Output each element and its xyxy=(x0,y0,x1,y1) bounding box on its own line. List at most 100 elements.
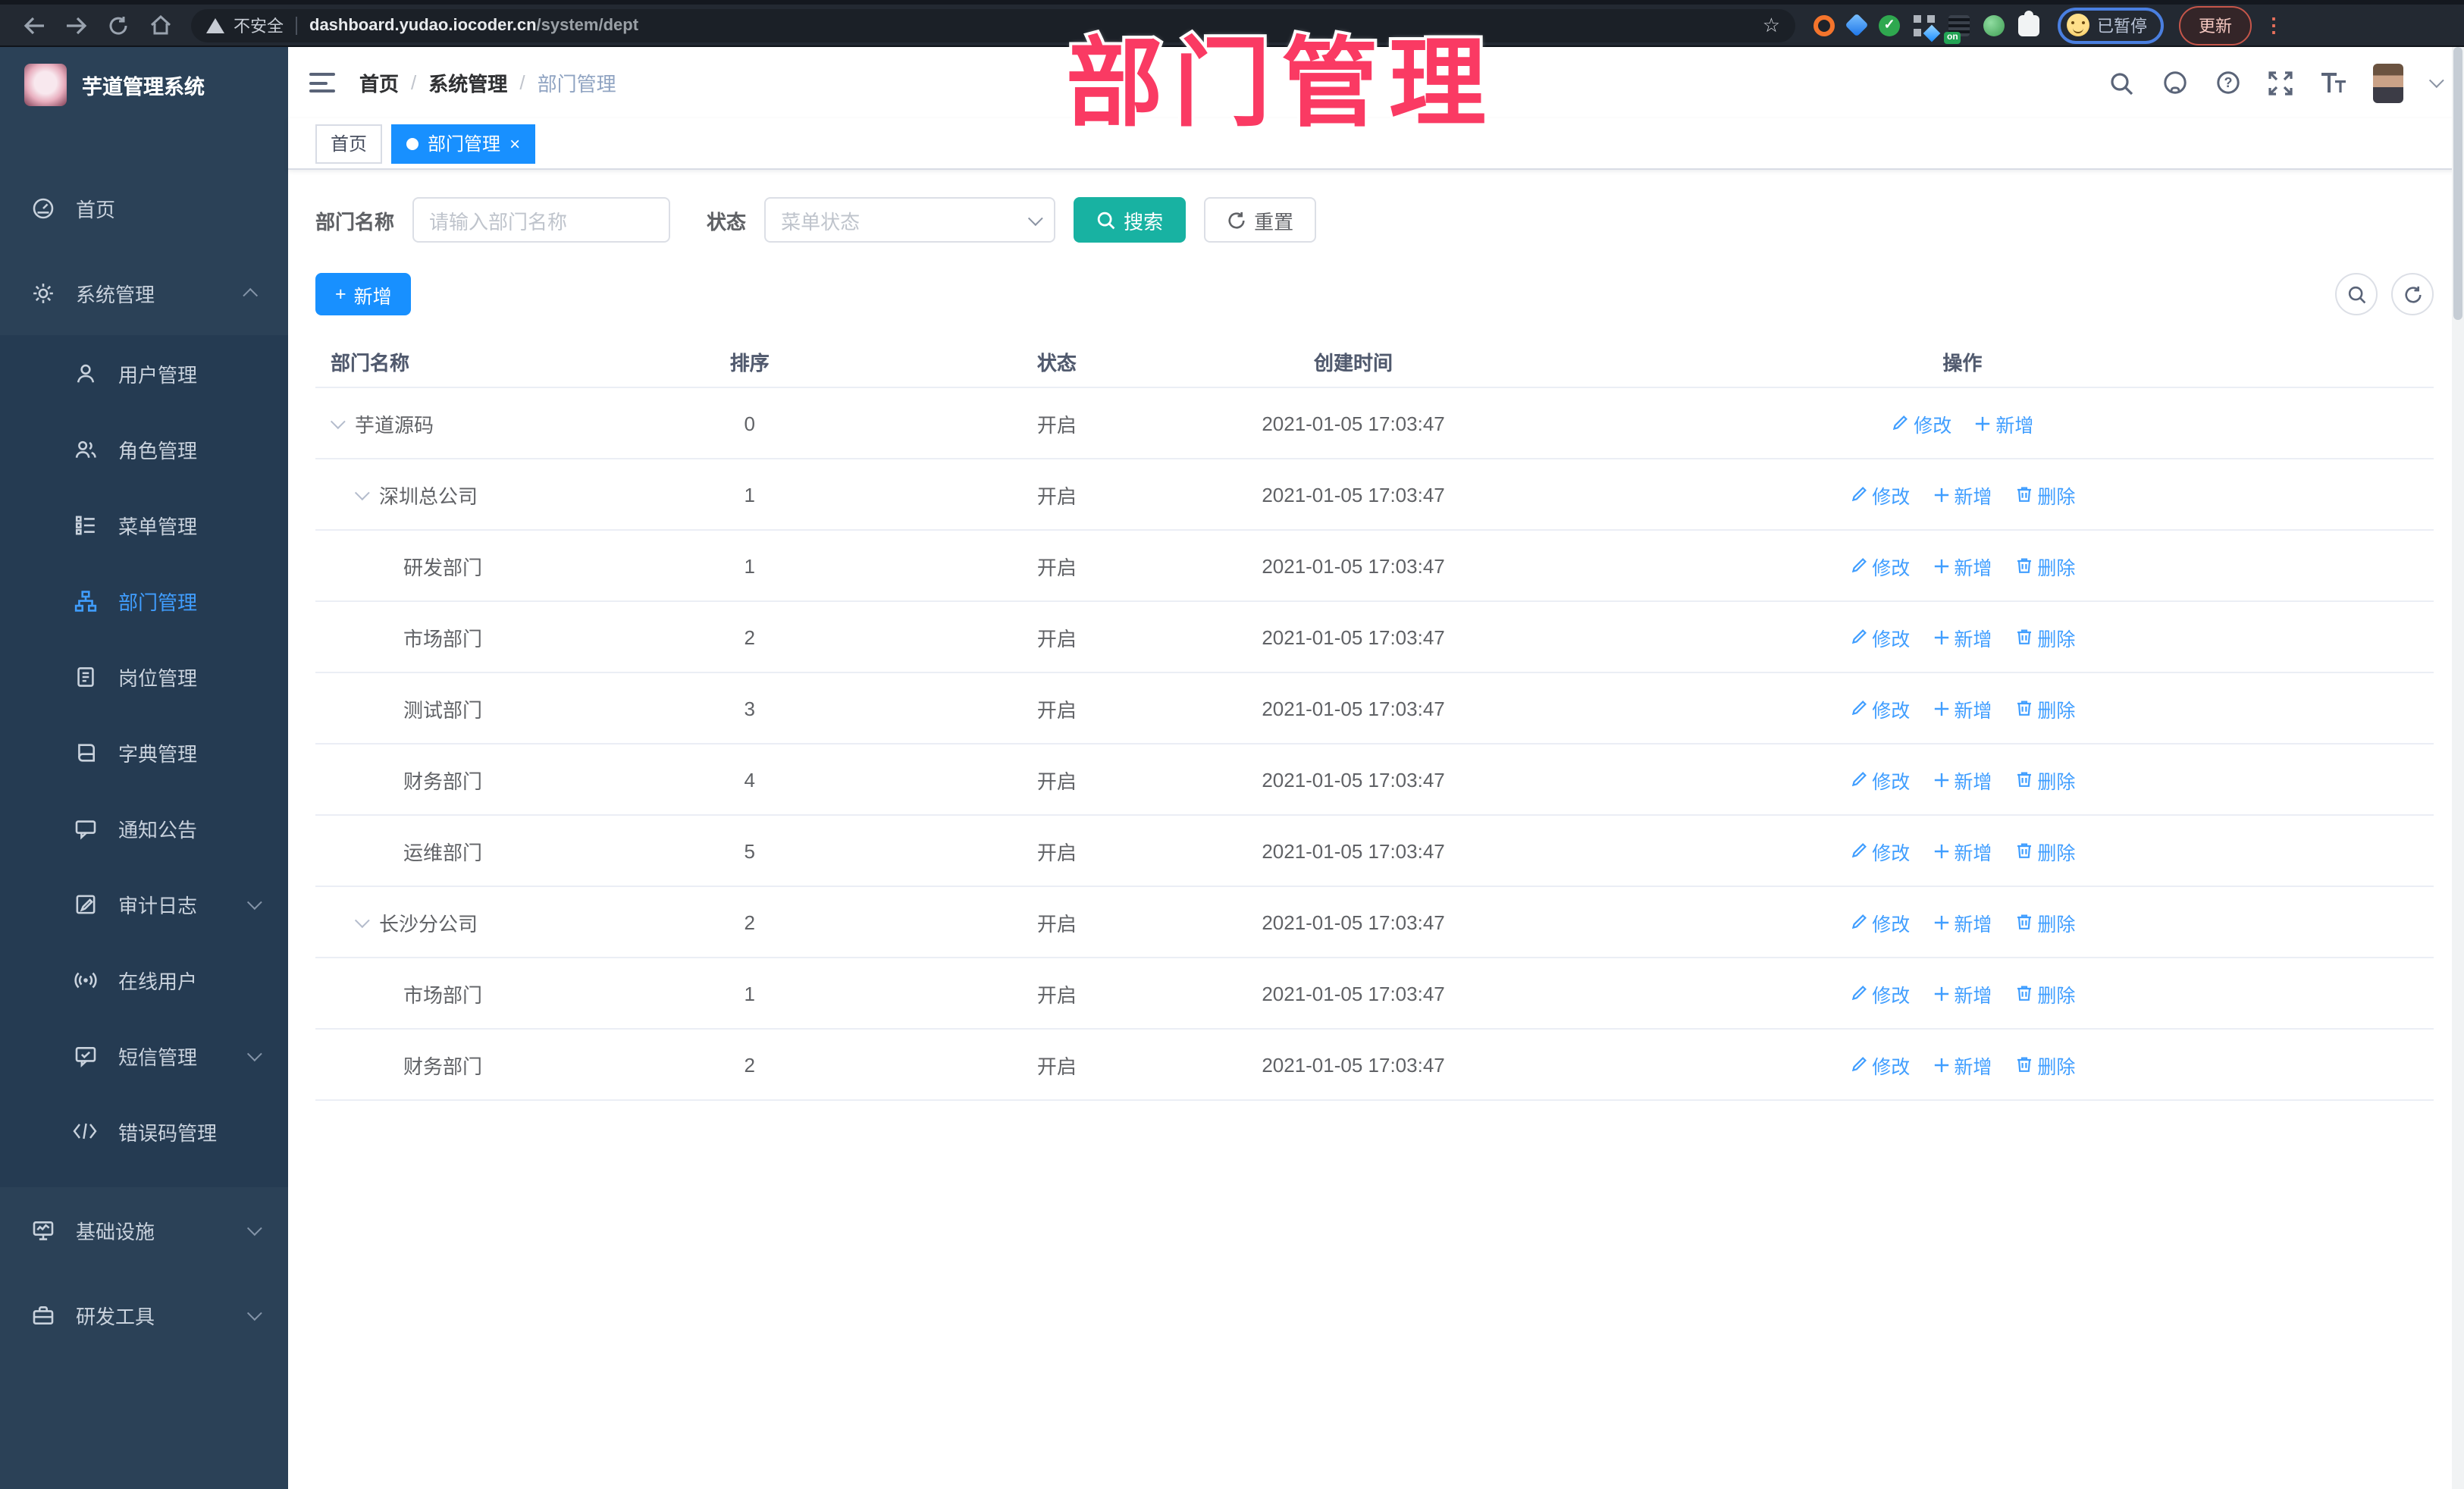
breadcrumb-home[interactable]: 首页 xyxy=(359,68,399,97)
breadcrumb-system[interactable]: 系统管理 xyxy=(428,68,507,97)
log-icon xyxy=(73,892,97,916)
modify-link[interactable]: 修改 xyxy=(1849,551,1910,580)
delete-link[interactable]: 删除 xyxy=(2014,480,2075,509)
expand-arrow-icon[interactable] xyxy=(354,484,370,500)
table-row: 市场部门 2 开启 2021-01-05 17:03:47 修改 新增 删除 xyxy=(315,602,2434,673)
sidebar-item-users[interactable]: 角色管理 xyxy=(0,411,288,487)
sidebar-item-infra[interactable]: 基础设施 xyxy=(0,1187,288,1272)
refresh-icon[interactable] xyxy=(2391,273,2434,315)
col-header-name: 部门名称 xyxy=(331,352,410,375)
add-link[interactable]: 新增 xyxy=(1933,551,1992,580)
reset-button[interactable]: 重置 xyxy=(1204,197,1317,243)
sidebar-item-user[interactable]: 用户管理 xyxy=(0,335,288,411)
page-scrollbar[interactable] xyxy=(2452,47,2464,1489)
sidebar-item-tree[interactable]: 菜单管理 xyxy=(0,487,288,563)
delete-link[interactable]: 删除 xyxy=(2014,1050,2075,1079)
back-icon[interactable] xyxy=(17,8,50,42)
table-row: 财务部门 2 开启 2021-01-05 17:03:47 修改 新增 删除 xyxy=(315,1030,2434,1101)
chevron-down-icon xyxy=(246,1045,262,1061)
sidebar-item-gear[interactable]: 系统管理 xyxy=(0,250,288,335)
sidebar-item-code[interactable]: 错误码管理 xyxy=(0,1093,288,1169)
sidebar-item-broadcast[interactable]: 在线用户 xyxy=(0,942,288,1017)
add-link[interactable]: 新增 xyxy=(1933,836,1992,865)
home-icon[interactable] xyxy=(144,8,177,42)
delete-link[interactable]: 删除 xyxy=(2014,836,2075,865)
delete-link[interactable]: 删除 xyxy=(2014,979,2075,1008)
add-link[interactable]: 新增 xyxy=(1933,694,1992,723)
chevron-down-icon xyxy=(246,894,262,910)
status-select[interactable]: 菜单状态 xyxy=(764,197,1056,243)
fullscreen-icon[interactable] xyxy=(2267,69,2294,96)
sidebar-item-book[interactable]: 字典管理 xyxy=(0,714,288,790)
orange-ring-extension[interactable] xyxy=(1814,14,1835,36)
browser-profile-chip[interactable]: 已暂停 xyxy=(2058,7,2164,43)
scrollbar-thumb[interactable] xyxy=(2453,47,2462,320)
delete-link[interactable]: 删除 xyxy=(2014,551,2075,580)
forward-icon[interactable] xyxy=(59,8,92,42)
on-badge-extension[interactable]: on xyxy=(1944,14,1970,43)
search-icon[interactable] xyxy=(2108,69,2135,96)
reload-icon[interactable] xyxy=(102,8,135,42)
search-button[interactable]: 搜索 xyxy=(1074,197,1187,243)
kebab-menu-icon[interactable]: ⋮ xyxy=(2264,13,2284,37)
status-cell: 开启 xyxy=(1036,770,1077,792)
expand-arrow-icon[interactable] xyxy=(354,912,370,928)
user-avatar[interactable] xyxy=(2373,63,2403,102)
add-link[interactable]: 新增 xyxy=(1933,1050,1992,1079)
toggle-search-icon[interactable] xyxy=(2335,273,2378,315)
delete-link[interactable]: 删除 xyxy=(2014,765,2075,794)
font-size-icon[interactable] xyxy=(2320,69,2347,96)
delete-link[interactable]: 删除 xyxy=(2014,622,2075,651)
sidebar-item-dashboard[interactable]: 首页 xyxy=(0,165,288,250)
modify-link[interactable]: 修改 xyxy=(1849,836,1910,865)
add-link[interactable]: 新增 xyxy=(1933,908,1992,936)
modify-link[interactable]: 修改 xyxy=(1849,979,1910,1008)
green-frog-extension[interactable] xyxy=(1983,14,2005,36)
status-cell: 开启 xyxy=(1036,1055,1077,1077)
modify-link[interactable]: 修改 xyxy=(1849,765,1910,794)
chrome-update-button[interactable]: 更新 xyxy=(2179,5,2252,45)
hamburger-icon[interactable] xyxy=(309,73,335,92)
modify-link[interactable]: 修改 xyxy=(1849,908,1910,936)
add-link[interactable]: 新增 xyxy=(1933,622,1992,651)
expand-arrow-icon[interactable] xyxy=(330,413,346,429)
modify-link[interactable]: 修改 xyxy=(1849,622,1910,651)
toolbox-icon xyxy=(30,1302,55,1327)
github-icon[interactable] xyxy=(2161,69,2188,96)
modify-link[interactable]: 修改 xyxy=(1849,1050,1910,1079)
tag-home[interactable]: 首页 xyxy=(315,124,383,163)
add-link[interactable]: 新增 xyxy=(1933,480,1992,509)
modify-link[interactable]: 修改 xyxy=(1849,480,1910,509)
sidebar-item-notice[interactable]: 通知公告 xyxy=(0,790,288,866)
sidebar-item-badge[interactable]: 岗位管理 xyxy=(0,638,288,714)
caret-down-icon[interactable] xyxy=(2428,73,2444,89)
tag-dept-active[interactable]: 部门管理 × xyxy=(391,124,536,163)
modify-link[interactable]: 修改 xyxy=(1891,409,1951,437)
security-label[interactable]: 不安全 xyxy=(234,13,284,37)
green-check-extension[interactable]: ✓ xyxy=(1879,14,1900,36)
star-icon[interactable]: ☆ xyxy=(1763,13,1780,37)
add-link[interactable]: 新增 xyxy=(1933,979,1992,1008)
delete-link[interactable]: 删除 xyxy=(2014,694,2075,723)
sidebar-item-org[interactable]: 部门管理 xyxy=(0,563,288,638)
app-logo[interactable]: 芋道管理系统 xyxy=(0,47,288,123)
grid-extension[interactable] xyxy=(1914,14,1941,42)
col-header-created: 创建时间 xyxy=(1314,352,1393,375)
help-icon[interactable]: ? xyxy=(2214,69,2241,96)
add-link[interactable]: 新增 xyxy=(1933,765,1992,794)
sidebar-item-log[interactable]: 审计日志 xyxy=(0,866,288,942)
badge-icon xyxy=(73,664,97,688)
dept-name-input[interactable]: 请输入部门名称 xyxy=(412,197,671,243)
blue-gem-extension[interactable] xyxy=(1845,13,1869,37)
puzzle-extension[interactable] xyxy=(2018,10,2039,36)
modify-link[interactable]: 修改 xyxy=(1849,694,1910,723)
sidebar-item-toolbox[interactable]: 研发工具 xyxy=(0,1272,288,1357)
add-button[interactable]: + 新增 xyxy=(315,273,412,315)
select-caret-icon xyxy=(1027,210,1043,226)
add-link[interactable]: 新增 xyxy=(1974,409,2033,437)
delete-link[interactable]: 删除 xyxy=(2014,908,2075,936)
address-bar[interactable]: 不安全 dashboard.yudao.iocoder.cn /system/d… xyxy=(191,8,1795,42)
close-tag-icon[interactable]: × xyxy=(509,134,520,152)
dept-name-cell: 市场部门 xyxy=(403,983,483,1006)
sidebar-item-sms[interactable]: 短信管理 xyxy=(0,1017,288,1093)
